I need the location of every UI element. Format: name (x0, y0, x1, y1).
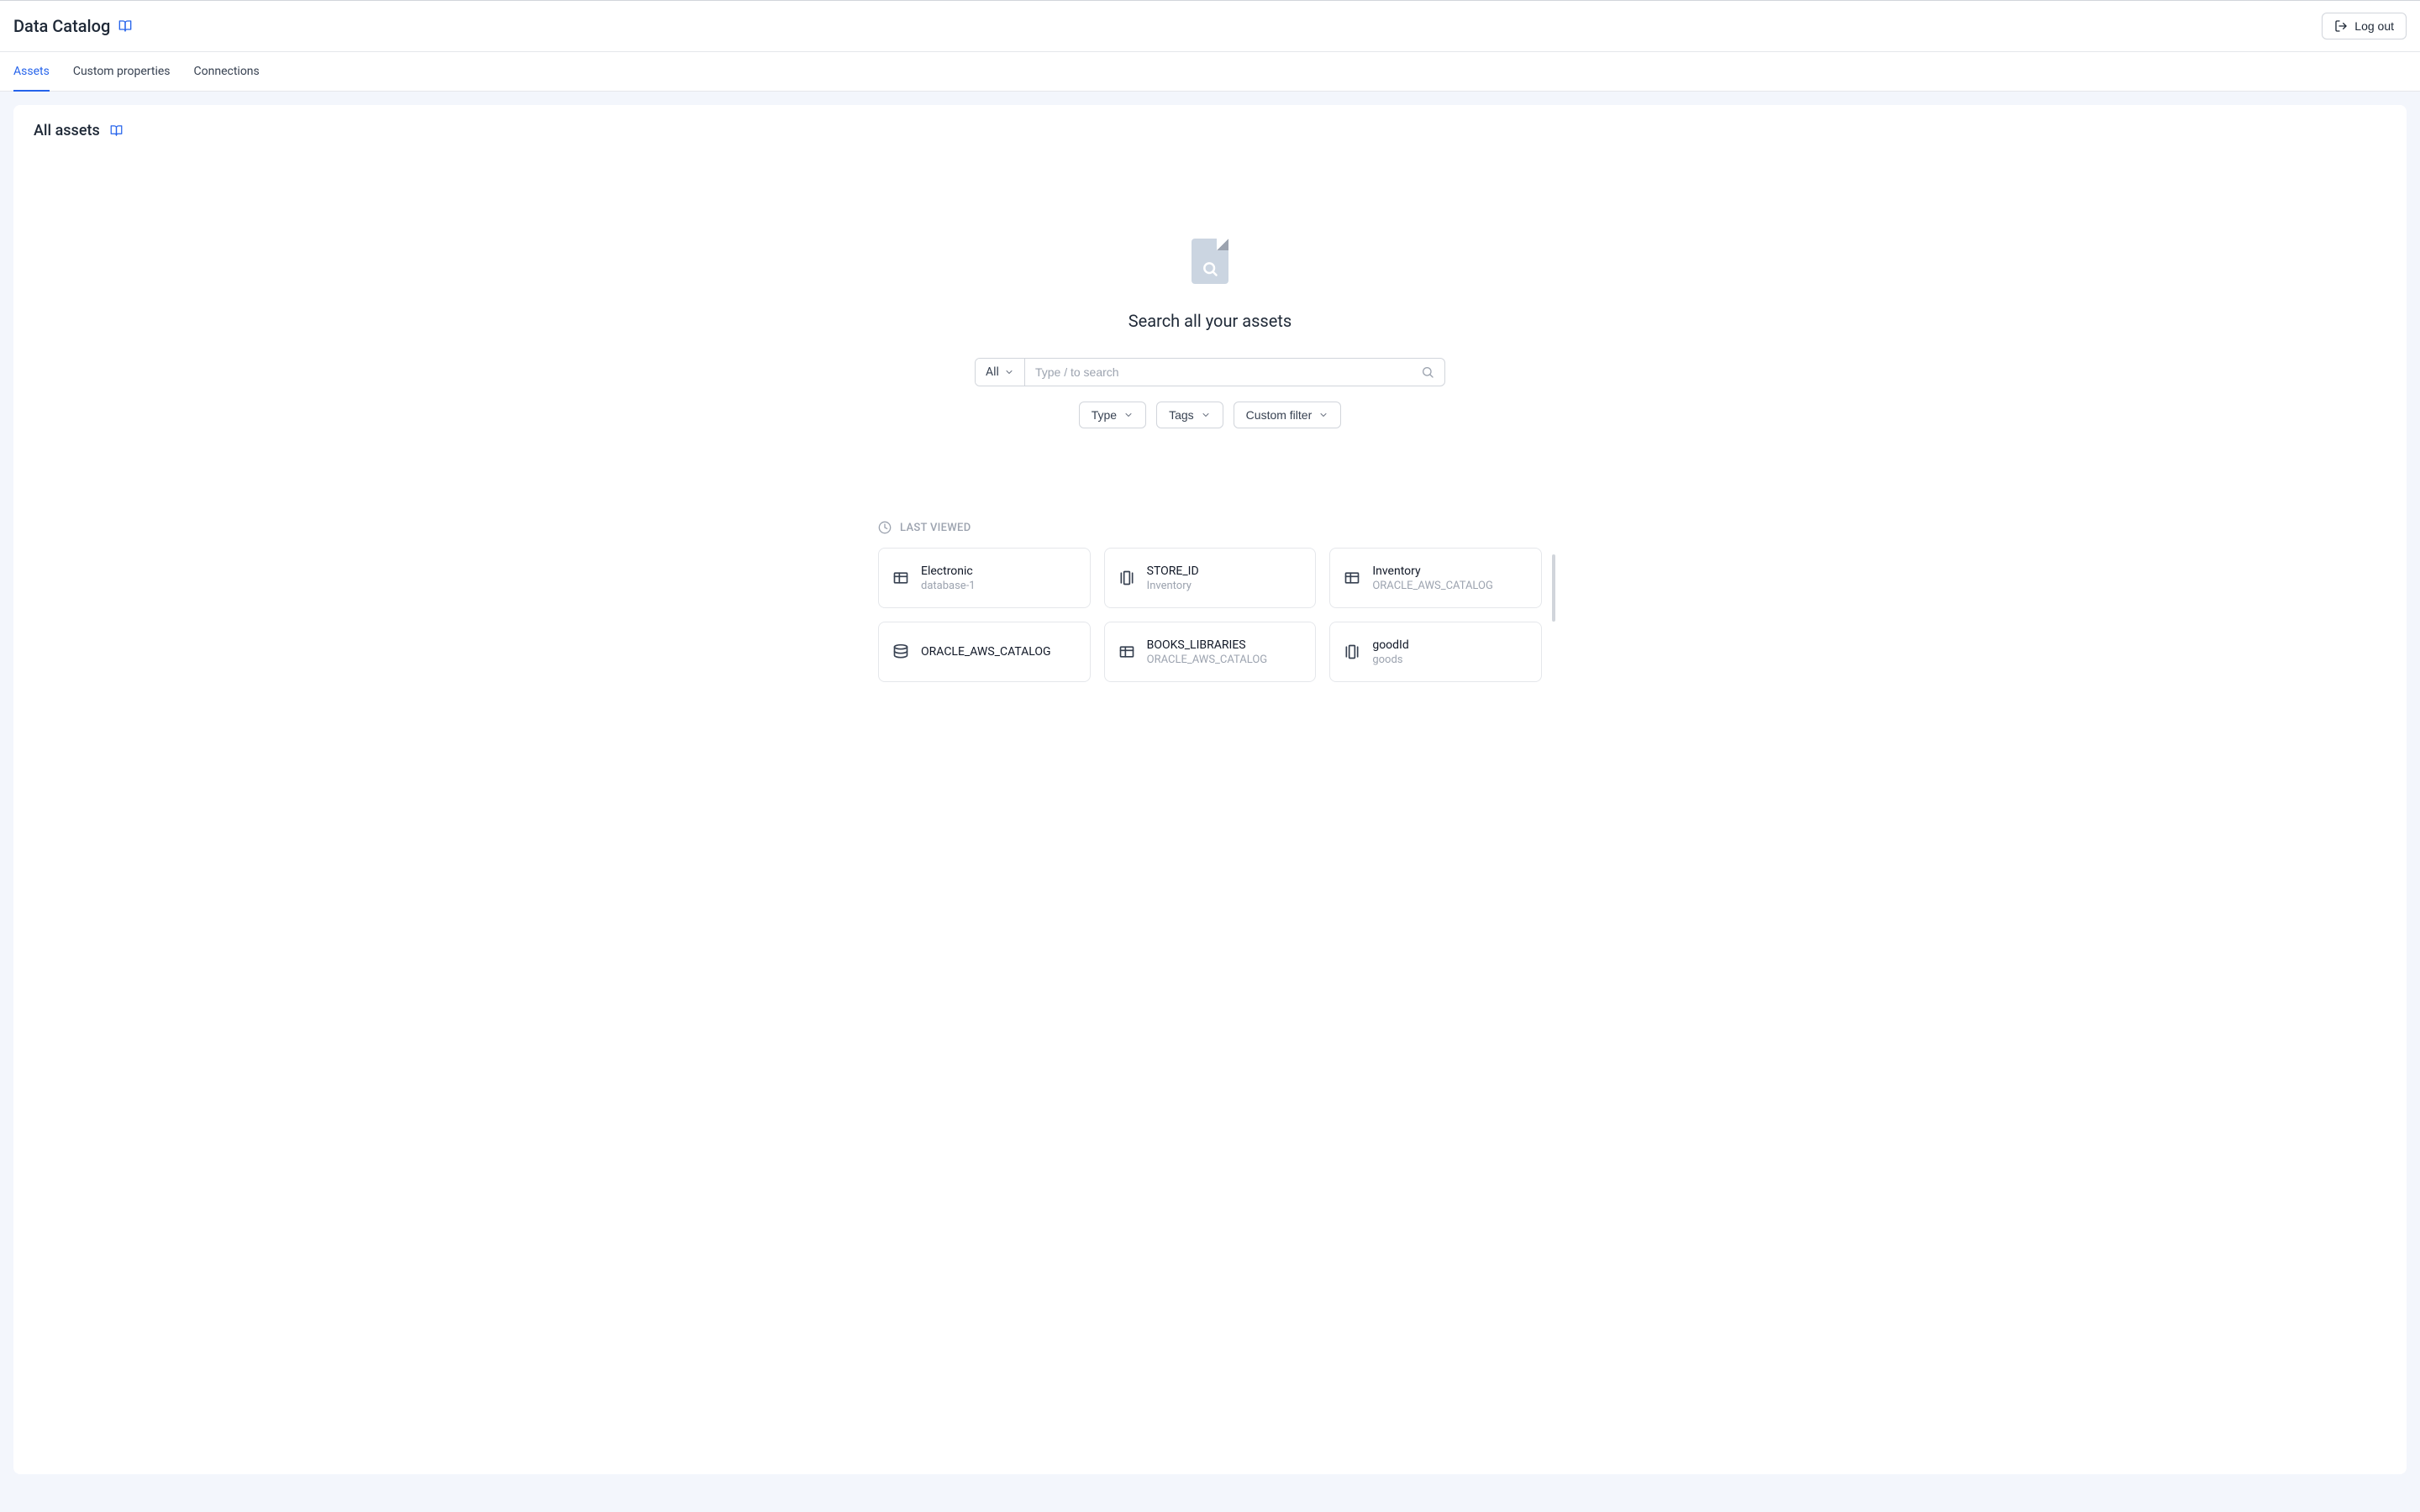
tab-custom-properties[interactable]: Custom properties (73, 53, 171, 92)
logout-button[interactable]: Log out (2322, 13, 2407, 39)
tab-connections[interactable]: Connections (194, 53, 260, 92)
filter-type[interactable]: Type (1079, 402, 1146, 428)
scrollbar[interactable] (1552, 554, 1555, 622)
app-header: Data Catalog Log out (0, 0, 2420, 52)
logout-icon (2334, 19, 2348, 33)
search-input[interactable] (1025, 359, 1411, 386)
table-icon (892, 570, 909, 586)
table-icon (1344, 570, 1360, 586)
card-title: STORE_ID (1147, 564, 1199, 578)
last-viewed-card[interactable]: Inventory ORACLE_AWS_CATALOG (1329, 548, 1542, 608)
search-icon[interactable] (1411, 359, 1444, 386)
search-scope-label: All (986, 365, 999, 379)
card-title: goodId (1372, 638, 1408, 652)
chevron-down-icon (1123, 410, 1134, 420)
last-viewed-card[interactable]: Electronic database-1 (878, 548, 1091, 608)
search-scope-dropdown[interactable]: All (976, 359, 1025, 386)
column-icon (1344, 643, 1360, 660)
last-viewed-card[interactable]: ORACLE_AWS_CATALOG (878, 622, 1091, 682)
document-search-icon (1192, 239, 1228, 284)
search-heading: Search all your assets (1128, 311, 1292, 331)
filter-tags[interactable]: Tags (1156, 402, 1223, 428)
panel-all-assets: All assets Search all your assets All (13, 105, 2407, 1474)
book-icon[interactable] (118, 19, 132, 33)
search-bar: All (975, 358, 1445, 386)
card-title: BOOKS_LIBRARIES (1147, 638, 1268, 652)
card-subtitle: database-1 (921, 580, 976, 592)
database-icon (892, 643, 909, 660)
card-subtitle: ORACLE_AWS_CATALOG (1372, 580, 1493, 592)
last-viewed-card[interactable]: STORE_ID Inventory (1104, 548, 1317, 608)
search-block: Search all your assets All (34, 239, 2386, 428)
card-title: ORACLE_AWS_CATALOG (921, 645, 1051, 659)
book-icon[interactable] (110, 124, 123, 137)
last-viewed-card[interactable]: BOOKS_LIBRARIES ORACLE_AWS_CATALOG (1104, 622, 1317, 682)
column-icon (1118, 570, 1135, 586)
tabs: Assets Custom properties Connections (0, 52, 2420, 92)
last-viewed-card[interactable]: goodId goods (1329, 622, 1542, 682)
main-area: All assets Search all your assets All (0, 92, 2420, 1512)
card-subtitle: Inventory (1147, 580, 1199, 592)
page-title: Data Catalog (13, 16, 110, 36)
tab-assets[interactable]: Assets (13, 53, 50, 92)
chevron-down-icon (1004, 367, 1014, 377)
card-title: Inventory (1372, 564, 1493, 578)
table-icon (1118, 643, 1135, 660)
chevron-down-icon (1201, 410, 1211, 420)
filter-custom[interactable]: Custom filter (1234, 402, 1342, 428)
filter-row: Type Tags Custom filter (1079, 402, 1342, 428)
card-subtitle: goods (1372, 654, 1408, 666)
chevron-down-icon (1318, 410, 1328, 420)
last-viewed-heading: LAST VIEWED (900, 522, 971, 534)
card-title: Electronic (921, 564, 976, 578)
card-subtitle: ORACLE_AWS_CATALOG (1147, 654, 1268, 666)
last-viewed-section: LAST VIEWED Electronic database-1 STORE_I… (878, 521, 1542, 682)
clock-icon (878, 521, 892, 534)
panel-title: All assets (34, 122, 100, 139)
logout-label: Log out (2354, 19, 2394, 33)
